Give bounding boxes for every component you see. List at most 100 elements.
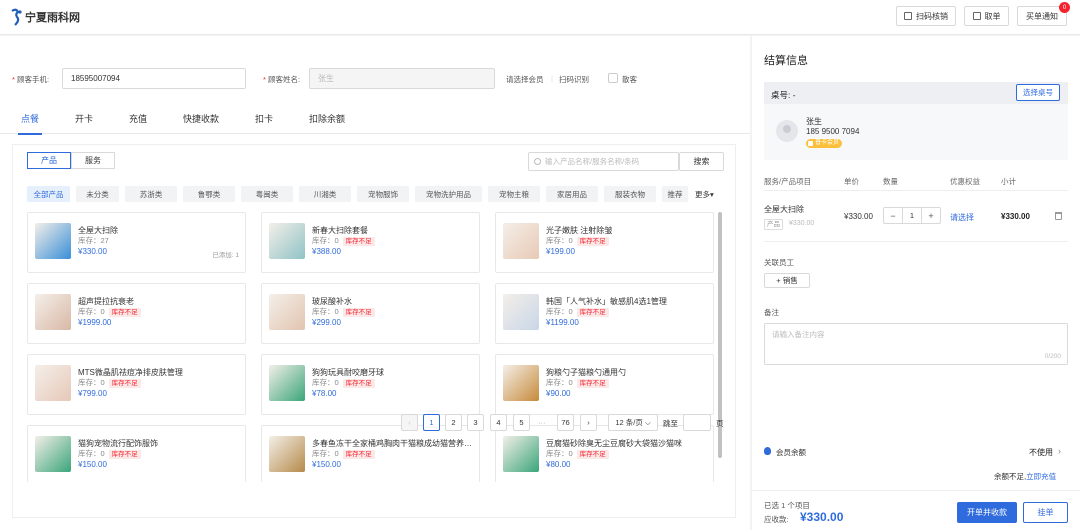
cart-item-subtotal: ¥330.00 — [1001, 212, 1030, 221]
product-card[interactable]: 超声提拉抗衰老 库存：0 库存不足 ¥1999.00 — [27, 283, 246, 344]
page-size-select[interactable]: 12 条/页 ⌵ — [608, 414, 658, 431]
category-item[interactable]: 服装衣物 — [604, 186, 656, 202]
pagination: ‹ 1 2 3 4 5 ··· 76 › 12 条/页 ⌵ 跳至 页 — [0, 414, 750, 432]
category-all[interactable]: 全部产品 — [27, 186, 70, 202]
amount-due: ¥330.00 — [800, 510, 844, 524]
page-button[interactable]: 4 — [490, 414, 507, 431]
walk-in-checkbox[interactable] — [608, 73, 618, 83]
product-stock: 库存：0 库存不足 — [78, 377, 141, 388]
product-stock: 库存：0 库存不足 — [546, 448, 609, 459]
scan-verify-button[interactable]: 扫码核销 — [896, 6, 956, 26]
phone-input[interactable]: 18595007094 — [62, 68, 246, 89]
category-item[interactable]: 川湘类 — [299, 186, 351, 202]
product-card[interactable]: 狗粮勺子猫粮勺通用勺 库存：0 库存不足 ¥90.00 — [495, 354, 714, 415]
balance-option[interactable]: 不使用 — [1029, 447, 1053, 458]
wallet-icon — [764, 447, 771, 455]
tab-recharge[interactable]: 充值 — [129, 112, 147, 134]
product-price: ¥199.00 — [546, 247, 575, 256]
page-ellipsis: ··· — [538, 418, 546, 427]
chevron-right-icon[interactable]: › — [1058, 446, 1061, 456]
category-item[interactable]: 未分类 — [76, 186, 119, 202]
product-card[interactable]: 狗狗玩具耐咬磨牙球 库存：0 库存不足 ¥78.00 — [261, 354, 480, 415]
product-card[interactable]: 新春大扫除套餐 库存：0 库存不足 ¥388.00 — [261, 212, 480, 273]
out-of-stock-badge: 库存不足 — [342, 450, 375, 459]
trash-icon[interactable] — [1055, 212, 1062, 220]
decrease-button[interactable]: − — [884, 208, 902, 223]
cleaning-product-image — [35, 223, 71, 259]
member-badge: 普卡会员 — [806, 139, 843, 148]
orders-button[interactable]: 取单 — [964, 6, 1009, 26]
out-of-stock-badge: 库存不足 — [108, 308, 141, 317]
scan-recognize-link[interactable]: 扫码识别 — [559, 74, 589, 85]
category-item[interactable]: 宠物服饰 — [357, 186, 409, 202]
product-price: ¥90.00 — [546, 389, 571, 398]
page-button[interactable]: 3 — [467, 414, 484, 431]
category-item[interactable]: 推荐 — [662, 186, 688, 202]
product-price: ¥388.00 — [312, 247, 341, 256]
select-member-link[interactable]: 请选择会员 — [506, 74, 544, 85]
product-card[interactable]: 豆腐猫砂除臭无尘豆腐砂大袋猫沙猫咪 库存：0 库存不足 ¥80.00 — [495, 425, 714, 482]
select-table-button[interactable]: 选择桌号 — [1016, 84, 1060, 101]
product-price: ¥299.00 — [312, 318, 341, 327]
tab-order[interactable]: 点餐 — [17, 112, 43, 135]
product-stock: 库存：27 — [78, 236, 109, 245]
category-item[interactable]: 粤闽类 — [241, 186, 293, 202]
category-item[interactable]: 家居用品 — [546, 186, 598, 202]
pay-button[interactable]: 开单并收款 — [957, 502, 1017, 523]
product-card[interactable]: 光子嫩肤 注射除皱 库存：0 库存不足 ¥199.00 — [495, 212, 714, 273]
product-card[interactable]: 玻尿酸补水 库存：0 库存不足 ¥299.00 — [261, 283, 480, 344]
spray-bottles-image — [269, 223, 305, 259]
remark-textarea[interactable]: 请输入备注内容 0/200 — [764, 323, 1068, 365]
discount-select[interactable]: 请选择 — [950, 212, 974, 223]
segment-products[interactable]: 产品 — [27, 152, 71, 169]
product-card[interactable]: MTS微晶肌祛痘净排皮肤管理 库存：0 库存不足 ¥799.00 — [27, 354, 246, 415]
hold-order-button[interactable]: 挂单 — [1023, 502, 1068, 523]
cart-item-name: 全屋大扫除 — [764, 205, 804, 214]
quantity-value[interactable]: 1 — [902, 208, 922, 223]
segment-services[interactable]: 服务 — [71, 152, 115, 169]
product-card[interactable]: 全屋大扫除 库存：27 ¥330.00 已添加: 1 — [27, 212, 246, 273]
type-segment: 产品 服务 — [27, 152, 115, 169]
table-number: 桌号: - — [771, 90, 796, 100]
page-button[interactable]: 76 — [557, 414, 574, 431]
recharge-link[interactable]: 立即充值 — [1026, 472, 1056, 481]
page-button[interactable]: 1 — [423, 414, 440, 431]
name-input[interactable]: 张生 — [309, 68, 495, 89]
product-card[interactable]: 多春鱼冻干全家桶鸡胸肉干猫粮成幼猫营养零食 库存：0 库存不足 ¥150.00 — [261, 425, 480, 482]
page-button[interactable]: 5 — [513, 414, 530, 431]
tab-deduct-balance[interactable]: 扣除余额 — [309, 112, 345, 134]
pet-clothes-image — [35, 436, 71, 472]
product-price: ¥78.00 — [312, 389, 337, 398]
category-item[interactable]: 苏浙类 — [125, 186, 177, 202]
tab-open-card[interactable]: 开卡 — [75, 112, 93, 134]
divider: | — [551, 74, 553, 83]
category-item[interactable]: 宠物主粮 — [488, 186, 540, 202]
product-stock: 库存：0 库存不足 — [546, 235, 609, 246]
search-button[interactable]: 搜索 — [679, 152, 724, 171]
dog-toy-image — [269, 365, 305, 401]
buy-notice-label: 买单通知 — [1026, 11, 1058, 21]
col-qty: 数量 — [883, 177, 898, 186]
goto-page-input[interactable] — [683, 414, 711, 431]
product-card[interactable]: 韩国「人气补水」敏感肌4选1管理 库存：0 库存不足 ¥1199.00 — [495, 283, 714, 344]
face-mask-image — [503, 294, 539, 330]
search-input[interactable]: 输入产品名称/服务名称/条码 — [528, 152, 679, 171]
category-item[interactable]: 宠物洗护用品 — [415, 186, 482, 202]
page-button[interactable]: 2 — [445, 414, 462, 431]
checkout-title: 结算信息 — [764, 55, 808, 67]
divider — [764, 190, 1068, 191]
prev-page-button[interactable]: ‹ — [401, 414, 418, 431]
brand-name: 宁夏雨科网 — [25, 12, 80, 24]
category-item[interactable]: 鲁鄂类 — [183, 186, 235, 202]
increase-button[interactable]: + — [922, 208, 940, 223]
tab-quick-pay[interactable]: 快捷收款 — [183, 112, 219, 134]
add-sales-button[interactable]: + 销售 — [764, 273, 810, 288]
tab-deduct-card[interactable]: 扣卡 — [255, 112, 273, 134]
buy-notice-button[interactable]: 买单通知 0 — [1017, 2, 1070, 26]
product-stock: 库存：0 库存不足 — [312, 377, 375, 388]
next-page-button[interactable]: › — [580, 414, 597, 431]
name-label: * 顾客姓名: — [263, 75, 301, 84]
added-count: 已添加: 1 — [212, 252, 239, 259]
more-categories-button[interactable]: 更多▾ — [695, 189, 714, 200]
product-card[interactable]: 猫狗宠物流行配饰服饰 库存：0 库存不足 ¥150.00 — [27, 425, 246, 482]
